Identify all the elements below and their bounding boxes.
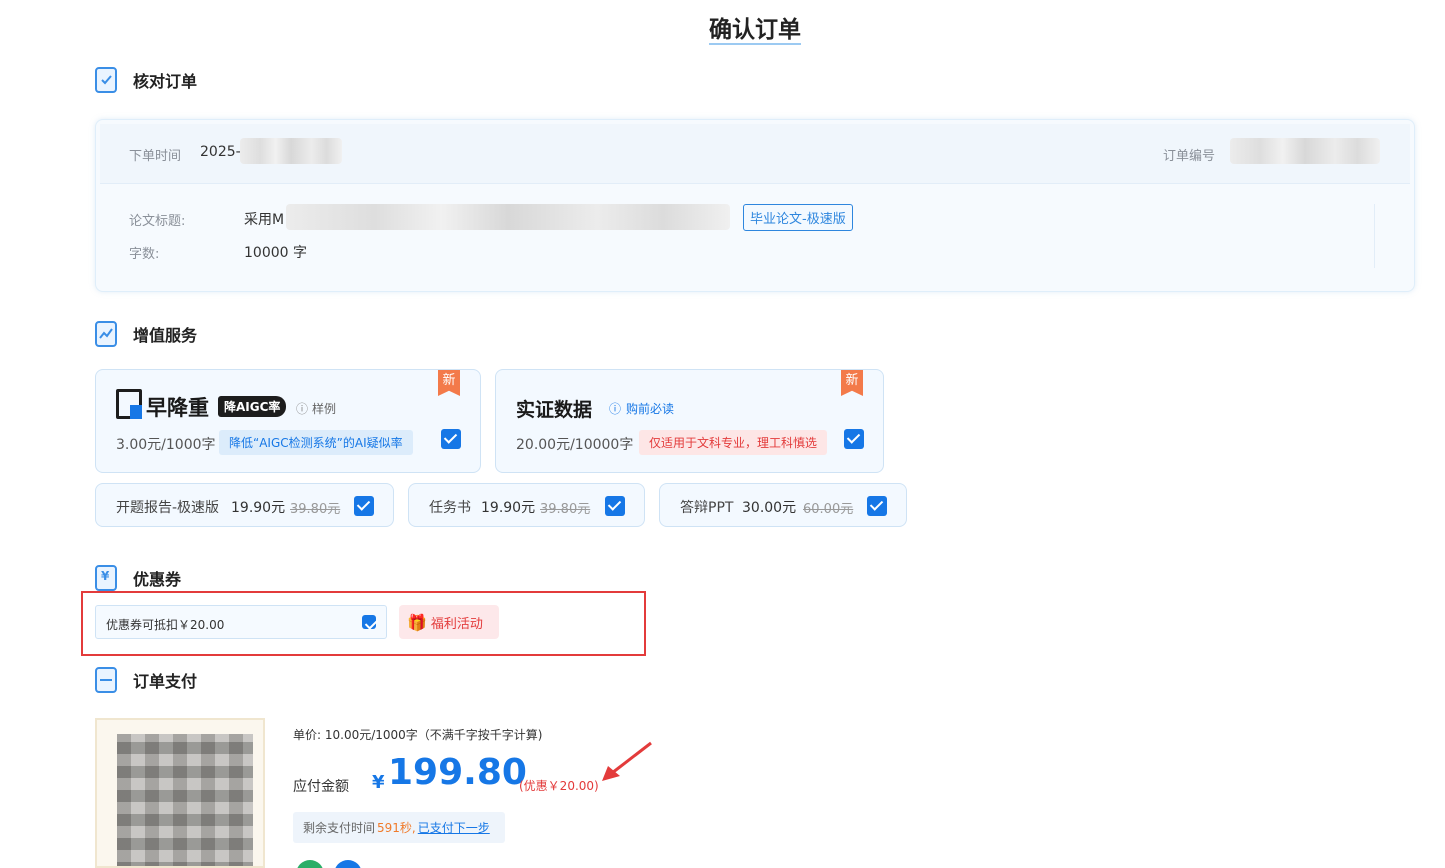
extra-checkbox[interactable] — [605, 496, 625, 516]
welfare-activity-label: 福利活动 — [430, 616, 483, 632]
remaining-time-box: 剩余支付时间 591秒, 已支付下一步 — [293, 812, 505, 843]
empirical-data-title: 实证数据 — [516, 399, 593, 421]
chart-trend-icon — [95, 321, 117, 347]
extra-original-price: 39.80元 — [540, 502, 591, 517]
payable-amount: 199.80 — [388, 752, 527, 793]
aigc-checkbox[interactable] — [441, 429, 461, 449]
section-title: 优惠券 — [133, 570, 182, 589]
section-header-check-order: 核对订单 — [95, 66, 197, 94]
data-warning: 仅适用于文科专业，理工科慎选 — [639, 430, 828, 455]
coupon-check-icon[interactable] — [362, 615, 376, 629]
remaining-time-label: 剩余支付时间 — [303, 821, 376, 835]
divider — [1374, 204, 1375, 268]
currency-symbol: ¥ — [372, 772, 385, 793]
read-before-purchase-link[interactable]: 购前必读 — [626, 400, 674, 417]
blurred-time — [240, 138, 342, 164]
alipay-icon[interactable] — [334, 860, 362, 868]
service-card-empirical-data[interactable]: 新 实证数据 ⓘ 购前必读 20.00元/10000字 仅适用于文科专业，理工科… — [495, 369, 884, 473]
aigc-price: 3.00元/1000字 — [116, 437, 216, 453]
order-summary-card: 下单时间 2025- 订单编号 论文标题: 采用M 毕业论文-极速版 字数: 1… — [95, 119, 1415, 292]
service-card-aigc[interactable]: 新 早降重 降AIGC率 ⓘ 样例 3.00元/1000字 降低“AIGC检测系… — [95, 369, 481, 473]
paper-title-value: 采用M — [244, 212, 285, 228]
wechat-pay-icon[interactable] — [296, 860, 324, 868]
help-circle-icon: ⓘ — [609, 402, 622, 416]
discount-text: (优惠￥20.00) — [519, 779, 599, 793]
word-count-value: 10000 字 — [244, 245, 307, 261]
order-number-label: 订单编号 — [1163, 149, 1216, 164]
extra-original-price: 39.80元 — [290, 502, 341, 517]
red-arrow-annotation — [602, 741, 652, 781]
sample-link[interactable]: 样例 — [312, 400, 336, 417]
payment-icon — [95, 667, 117, 693]
extra-price: 30.00元 — [742, 500, 797, 516]
section-header-value-added: 增值服务 — [95, 320, 197, 348]
blurred-order-number — [1230, 138, 1380, 164]
coupon-select[interactable]: 优惠券可抵扣￥20.00 — [95, 605, 387, 639]
brand-name: 早降重 — [146, 396, 209, 420]
paper-title-label: 论文标题: — [129, 214, 186, 229]
data-checkbox[interactable] — [844, 429, 864, 449]
order-time-label: 下单时间 — [129, 149, 182, 164]
extra-service-proposal[interactable]: 开题报告-极速版 19.90元 39.80元 — [95, 483, 394, 527]
coupon-selected-value: 优惠券可抵扣￥20.00 — [106, 618, 225, 632]
coupon-icon: ¥ — [95, 565, 117, 591]
extra-price: 19.90元 — [481, 500, 536, 516]
amount-label: 应付金额 — [293, 779, 349, 795]
zaojiangzhong-logo-icon — [116, 389, 142, 419]
word-count-label: 字数: — [129, 247, 160, 262]
aigc-description: 降低“AIGC检测系统”的AI疑似率 — [219, 430, 413, 455]
extra-original-price: 60.00元 — [803, 502, 854, 517]
extra-checkbox[interactable] — [354, 496, 374, 516]
aigc-badge: 降AIGC率 — [218, 396, 287, 417]
section-header-coupon: ¥ 优惠券 — [95, 564, 181, 592]
blurred-paper-title — [286, 204, 730, 230]
new-badge: 新 — [438, 370, 460, 396]
extra-checkbox[interactable] — [867, 496, 887, 516]
extra-service-task-book[interactable]: 任务书 19.90元 39.80元 — [408, 483, 645, 527]
section-title: 增值服务 — [133, 326, 198, 345]
paid-next-step-link[interactable]: 已支付下一步 — [418, 819, 490, 836]
payment-qr-code — [95, 718, 265, 868]
new-badge: 新 — [841, 370, 863, 396]
extra-service-defense-ppt[interactable]: 答辩PPT 30.00元 60.00元 — [659, 483, 907, 527]
welfare-activity-button[interactable]: 🎁 福利活动 — [399, 605, 499, 639]
section-title: 核对订单 — [133, 72, 198, 91]
order-time-value: 2025- — [200, 144, 241, 160]
page-title: 确认订单 — [709, 17, 801, 45]
paper-type-tag: 毕业论文-极速版 — [743, 204, 853, 231]
section-header-payment: 订单支付 — [95, 666, 197, 694]
remaining-time-value: 591秒, — [377, 821, 416, 835]
section-title: 订单支付 — [133, 672, 198, 691]
unit-price-text: 单价: 10.00元/1000字（不满千字按千字计算) — [293, 728, 543, 742]
order-meta-row: 下单时间 2025- 订单编号 — [100, 124, 1410, 184]
data-price: 20.00元/10000字 — [516, 437, 634, 453]
extra-price: 19.90元 — [231, 500, 286, 516]
extra-name: 开题报告-极速版 — [116, 500, 220, 516]
extra-name: 任务书 — [429, 500, 471, 516]
extra-name: 答辩PPT — [680, 500, 734, 516]
document-check-icon — [95, 67, 117, 93]
help-circle-icon: ⓘ — [296, 402, 309, 416]
gift-icon: 🎁 — [407, 612, 427, 632]
